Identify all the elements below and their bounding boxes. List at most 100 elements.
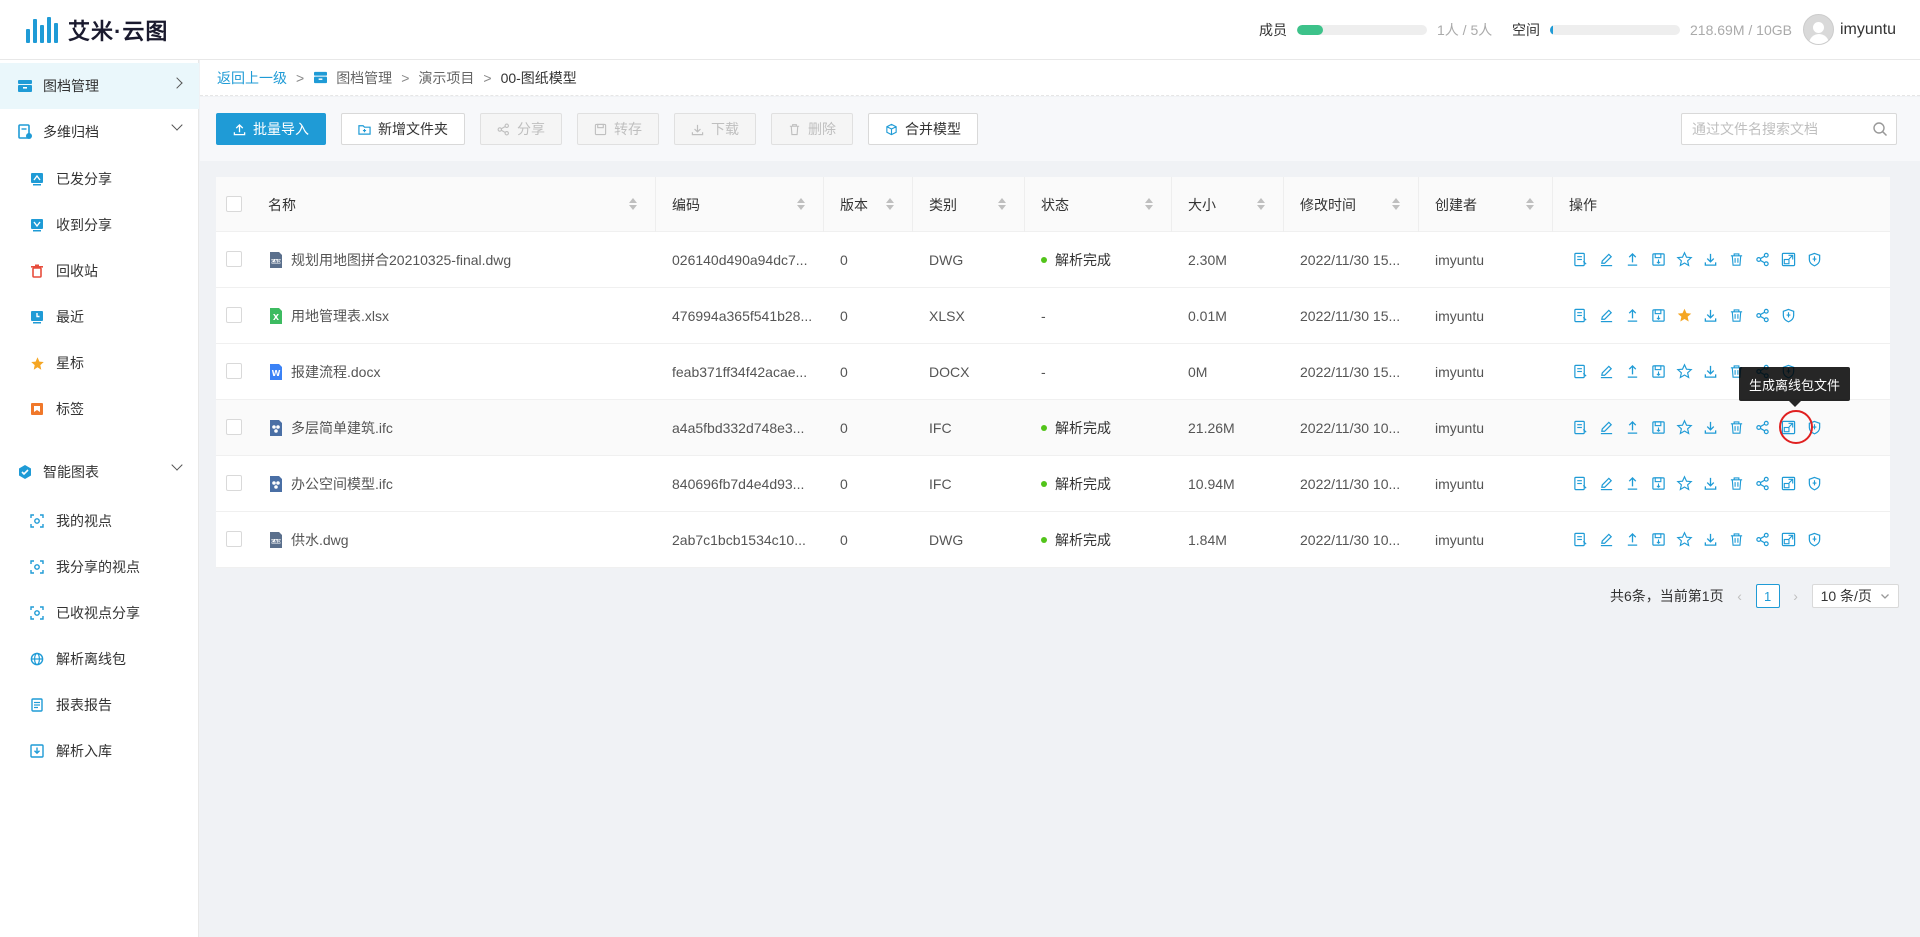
sidebar-group-multi-archive[interactable]: 多维归档 xyxy=(0,109,199,155)
file-name[interactable]: 多层简单建筑.ifc xyxy=(291,418,393,438)
row-checkbox[interactable] xyxy=(226,251,242,267)
download-icon[interactable] xyxy=(1702,531,1719,548)
shield-icon[interactable] xyxy=(1806,475,1823,492)
sidebar-item-recent[interactable]: 最近 xyxy=(0,297,199,337)
search-input[interactable] xyxy=(1692,121,1862,137)
cell-name[interactable]: 办公空间模型.ifc xyxy=(252,456,393,511)
download-button[interactable]: 下载 xyxy=(674,113,756,145)
offline-package-icon[interactable] xyxy=(1780,475,1797,492)
upload-icon[interactable] xyxy=(1624,363,1641,380)
star-icon[interactable] xyxy=(1676,475,1693,492)
offline-package-icon[interactable] xyxy=(1780,531,1797,548)
save-icon[interactable] xyxy=(1650,251,1667,268)
table-row[interactable]: W 报建流程.docx feab371ff34f42acae... 0 DOCX - 0M 2… xyxy=(216,344,1890,400)
sort-icon[interactable] xyxy=(629,198,637,210)
sort-icon[interactable] xyxy=(1392,198,1400,210)
shield-icon[interactable] xyxy=(1806,251,1823,268)
delete-button[interactable]: 删除 xyxy=(771,113,853,145)
edit-icon[interactable] xyxy=(1598,363,1615,380)
table-row[interactable]: CAD 规划用地图拼合20210325-final.dwg 026140d490a9… xyxy=(216,232,1890,288)
column-modified[interactable]: 修改时间 xyxy=(1284,177,1419,232)
sidebar-item-sent-share[interactable]: 已发分享 xyxy=(0,159,199,199)
file-name[interactable]: 规划用地图拼合20210325-final.dwg xyxy=(291,250,511,270)
breadcrumb-item[interactable]: 演示项目 xyxy=(418,68,474,88)
download-icon[interactable] xyxy=(1702,475,1719,492)
column-code[interactable]: 编码 xyxy=(656,177,824,232)
row-checkbox[interactable] xyxy=(226,363,242,379)
column-status[interactable]: 状态 xyxy=(1025,177,1172,232)
share-icon[interactable] xyxy=(1754,251,1771,268)
delete-icon[interactable] xyxy=(1728,251,1745,268)
detail-icon[interactable] xyxy=(1572,363,1589,380)
page-number[interactable]: 1 xyxy=(1755,584,1780,608)
upload-icon[interactable] xyxy=(1624,531,1641,548)
sort-icon[interactable] xyxy=(1257,198,1265,210)
sidebar-item-received-share[interactable]: 收到分享 xyxy=(0,205,199,245)
offline-package-icon[interactable] xyxy=(1780,251,1797,268)
batch-import-button[interactable]: 批量导入 xyxy=(216,113,326,145)
share-icon[interactable] xyxy=(1754,475,1771,492)
share-icon[interactable] xyxy=(1754,307,1771,324)
upload-icon[interactable] xyxy=(1624,307,1641,324)
share-icon[interactable] xyxy=(1754,419,1771,436)
file-name[interactable]: 供水.dwg xyxy=(291,530,349,550)
search-box[interactable] xyxy=(1681,113,1897,145)
sidebar-item-received-viewpoint[interactable]: 已收视点分享 xyxy=(0,593,199,633)
breadcrumb-item[interactable]: 图档管理 xyxy=(336,68,392,88)
sidebar-item-report[interactable]: 报表报告 xyxy=(0,685,199,725)
download-icon[interactable] xyxy=(1702,251,1719,268)
save-icon[interactable] xyxy=(1650,475,1667,492)
shield-icon[interactable] xyxy=(1806,531,1823,548)
upload-icon[interactable] xyxy=(1624,251,1641,268)
next-page-icon[interactable]: › xyxy=(1788,588,1804,604)
download-icon[interactable] xyxy=(1702,419,1719,436)
new-folder-button[interactable]: 新增文件夹 xyxy=(341,113,465,145)
star-icon[interactable] xyxy=(1676,363,1693,380)
row-checkbox[interactable] xyxy=(226,475,242,491)
table-row[interactable]: 办公空间模型.ifc 840696fb7d4e4d93... 0 IFC 解析完成 10.… xyxy=(216,456,1890,512)
detail-icon[interactable] xyxy=(1572,475,1589,492)
delete-icon[interactable] xyxy=(1728,531,1745,548)
sidebar-item-shared-viewpoint[interactable]: 我分享的视点 xyxy=(0,547,199,587)
shield-icon[interactable] xyxy=(1780,307,1797,324)
file-name[interactable]: 用地管理表.xlsx xyxy=(291,306,389,326)
cell-name[interactable]: X 用地管理表.xlsx xyxy=(252,288,389,343)
sort-icon[interactable] xyxy=(886,198,894,210)
edit-icon[interactable] xyxy=(1598,531,1615,548)
star-icon[interactable] xyxy=(1676,419,1693,436)
sort-icon[interactable] xyxy=(998,198,1006,210)
download-icon[interactable] xyxy=(1702,307,1719,324)
select-all-checkbox[interactable] xyxy=(226,196,242,212)
share-button[interactable]: 分享 xyxy=(480,113,562,145)
save-icon[interactable] xyxy=(1650,363,1667,380)
table-row[interactable]: 多层简单建筑.ifc a4a5fbd332d748e3... 0 IFC 解析完成 21.… xyxy=(216,400,1890,456)
column-size[interactable]: 大小 xyxy=(1172,177,1284,232)
edit-icon[interactable] xyxy=(1598,251,1615,268)
edit-icon[interactable] xyxy=(1598,419,1615,436)
table-row[interactable]: CAD 供水.dwg 2ab7c1bcb1534c10... 0 DWG 解析完成 1.84… xyxy=(216,512,1890,568)
cell-name[interactable]: CAD 规划用地图拼合20210325-final.dwg xyxy=(252,232,511,287)
cell-name[interactable]: 多层简单建筑.ifc xyxy=(252,400,393,455)
save-icon[interactable] xyxy=(1650,307,1667,324)
star-icon[interactable] xyxy=(1676,531,1693,548)
back-link[interactable]: 返回上一级 xyxy=(217,68,287,88)
cell-name[interactable]: W 报建流程.docx xyxy=(252,344,380,399)
delete-icon[interactable] xyxy=(1728,475,1745,492)
sidebar-item-offline-package[interactable]: 解析离线包 xyxy=(0,639,199,679)
page-size-select[interactable]: 10 条/页 xyxy=(1811,584,1899,608)
column-name[interactable]: 名称 xyxy=(252,177,656,232)
share-icon[interactable] xyxy=(1754,531,1771,548)
prev-page-icon[interactable]: ‹ xyxy=(1732,588,1748,604)
search-icon[interactable] xyxy=(1872,121,1888,137)
star-icon[interactable] xyxy=(1676,251,1693,268)
app-logo[interactable]: 艾米·云图 xyxy=(26,14,168,46)
column-category[interactable]: 类别 xyxy=(913,177,1025,232)
sort-icon[interactable] xyxy=(797,198,805,210)
sidebar-item-trash[interactable]: 回收站 xyxy=(0,251,199,291)
column-creator[interactable]: 创建者 xyxy=(1419,177,1553,232)
sort-icon[interactable] xyxy=(1145,198,1153,210)
sidebar-item-tag[interactable]: 标签 xyxy=(0,389,199,429)
merge-model-button[interactable]: 合并模型 xyxy=(868,113,978,145)
transfer-button[interactable]: 转存 xyxy=(577,113,659,145)
detail-icon[interactable] xyxy=(1572,251,1589,268)
